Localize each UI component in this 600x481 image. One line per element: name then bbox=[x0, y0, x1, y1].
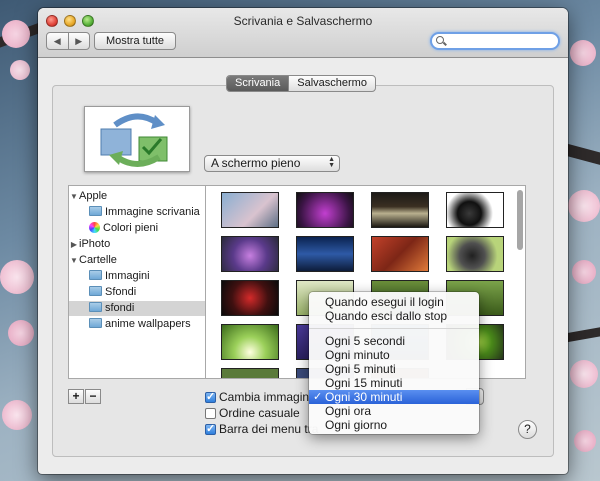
back-button[interactable]: ◀ bbox=[47, 33, 69, 49]
sidebar-item-sfondi[interactable]: Sfondi bbox=[69, 285, 205, 300]
wallpaper-thumbnail[interactable] bbox=[221, 368, 279, 378]
wallpaper-thumbnail[interactable] bbox=[371, 236, 429, 272]
menu-item-5-seconds[interactable]: Ogni 5 secondi bbox=[309, 334, 479, 348]
translucent-menu-bar-checkbox[interactable] bbox=[205, 422, 216, 436]
preferences-window: Scrivania e Salvaschermo ◀ ▶ Mostra tutt… bbox=[38, 8, 568, 474]
tab-scrivania[interactable]: Scrivania bbox=[227, 76, 289, 91]
sidebar-group-iphoto[interactable]: ▶ iPhoto bbox=[69, 237, 205, 252]
sidebar-item-label: Immagini bbox=[105, 270, 150, 282]
interval-dropdown-menu: Quando esegui il login Quando esci dallo… bbox=[309, 292, 479, 434]
random-order-option[interactable]: Ordine casuale bbox=[205, 406, 300, 420]
folder-icon bbox=[89, 302, 102, 312]
sidebar-group-label: iPhoto bbox=[79, 238, 111, 250]
sidebar-item-label: anime wallpapers bbox=[105, 318, 191, 330]
sidebar-item-colori-pieni[interactable]: Colori pieni bbox=[69, 221, 205, 236]
sidebar-item-label: Colori pieni bbox=[103, 222, 159, 234]
random-order-label: Ordine casuale bbox=[219, 406, 300, 420]
wallpaper-thumbnail[interactable] bbox=[221, 324, 279, 360]
wallpaper-thumbnail[interactable] bbox=[221, 280, 279, 316]
show-all-button[interactable]: Mostra tutte bbox=[94, 32, 176, 50]
sidebar-group-label: Apple bbox=[79, 190, 108, 202]
folder-icon bbox=[89, 270, 102, 280]
wallpaper-thumbnail[interactable] bbox=[446, 236, 504, 272]
forward-button[interactable]: ▶ bbox=[69, 33, 90, 49]
checkmark-icon: ✓ bbox=[313, 391, 323, 403]
sidebar-item-label: Sfondi bbox=[105, 286, 137, 298]
disclosure-open-icon[interactable]: ▼ bbox=[69, 189, 79, 204]
help-button[interactable]: ? bbox=[518, 420, 537, 439]
sidebar-item-anime-wallpapers[interactable]: anime wallpapers bbox=[69, 317, 205, 332]
translucent-menu-bar-label: Barra dei menu tra bbox=[219, 422, 319, 436]
folder-icon bbox=[89, 206, 102, 216]
disclosure-open-icon[interactable]: ▼ bbox=[69, 253, 79, 268]
change-picture-label: Cambia immagine bbox=[219, 390, 316, 404]
source-list: ▼Apple Immagine scrivania Colori pieni ▶… bbox=[68, 185, 206, 379]
sidebar-group-cartelle[interactable]: ▼Cartelle bbox=[69, 253, 205, 268]
window-title: Scrivania e Salvaschermo bbox=[233, 14, 373, 28]
sidebar-item-label: Immagine scrivania bbox=[105, 206, 200, 218]
wallpaper-thumbnail[interactable] bbox=[296, 192, 354, 228]
tab-bar: Scrivania Salvaschermo bbox=[226, 75, 376, 92]
change-picture-option[interactable]: Cambia immagine bbox=[205, 390, 316, 404]
search-icon bbox=[436, 36, 444, 44]
menu-item-1-minute[interactable]: Ogni minuto bbox=[309, 348, 479, 362]
picture-mode-value: A schermo pieno bbox=[211, 156, 301, 170]
wallpaper-thumbnail[interactable] bbox=[371, 192, 429, 228]
menu-item-login[interactable]: Quando esegui il login bbox=[309, 295, 479, 309]
remove-folder-button[interactable]: − bbox=[85, 389, 101, 404]
menu-item-hour[interactable]: Ogni ora bbox=[309, 404, 479, 418]
popup-arrows-icon: ▲ ▼ bbox=[328, 156, 335, 169]
sidebar-item-sfondi-selected[interactable]: sfondi bbox=[69, 301, 205, 316]
folder-icon bbox=[89, 318, 102, 328]
wallpaper-thumbnail[interactable] bbox=[296, 236, 354, 272]
sidebar-item-immagine-scrivania[interactable]: Immagine scrivania bbox=[69, 205, 205, 220]
menu-item-5-minutes[interactable]: Ogni 5 minuti bbox=[309, 362, 479, 376]
grid-scrollbar[interactable] bbox=[517, 190, 523, 250]
current-wallpaper-preview bbox=[84, 106, 190, 172]
menu-item-15-minutes[interactable]: Ogni 15 minuti bbox=[309, 376, 479, 390]
add-folder-button[interactable]: + bbox=[68, 389, 84, 404]
translucent-menu-bar-option[interactable]: Barra dei menu tra bbox=[205, 422, 318, 436]
title-bar: Scrivania e Salvaschermo ◀ ▶ Mostra tutt… bbox=[38, 8, 568, 58]
change-picture-checkbox[interactable] bbox=[205, 390, 216, 404]
sync-arrows-icon bbox=[85, 107, 189, 171]
sidebar-group-apple[interactable]: ▼Apple bbox=[69, 189, 205, 204]
menu-item-label: Ogni 30 minuti bbox=[325, 390, 403, 404]
random-order-checkbox[interactable] bbox=[205, 408, 216, 419]
wallpaper-thumbnail[interactable] bbox=[446, 192, 504, 228]
folder-icon bbox=[89, 286, 102, 296]
menu-item-30-minutes[interactable]: ✓ Ogni 30 minuti bbox=[309, 390, 479, 404]
sidebar-item-immagini[interactable]: Immagini bbox=[69, 269, 205, 284]
sidebar-item-label: sfondi bbox=[105, 302, 135, 314]
menu-separator bbox=[309, 328, 479, 329]
wallpaper-thumbnail[interactable] bbox=[221, 236, 279, 272]
disclosure-closed-icon[interactable]: ▶ bbox=[69, 237, 79, 252]
navigation-buttons: ◀ ▶ bbox=[46, 32, 90, 50]
menu-item-day[interactable]: Ogni giorno bbox=[309, 418, 479, 432]
wallpaper-thumbnail[interactable] bbox=[221, 192, 279, 228]
sidebar-group-label: Cartelle bbox=[79, 254, 117, 266]
search-field[interactable] bbox=[430, 32, 560, 50]
picture-mode-popup[interactable]: A schermo pieno ▲ ▼ bbox=[204, 155, 340, 172]
tab-salvaschermo[interactable]: Salvaschermo bbox=[288, 76, 375, 91]
color-wheel-icon bbox=[89, 222, 100, 233]
menu-item-wake[interactable]: Quando esci dallo stop bbox=[309, 309, 479, 323]
